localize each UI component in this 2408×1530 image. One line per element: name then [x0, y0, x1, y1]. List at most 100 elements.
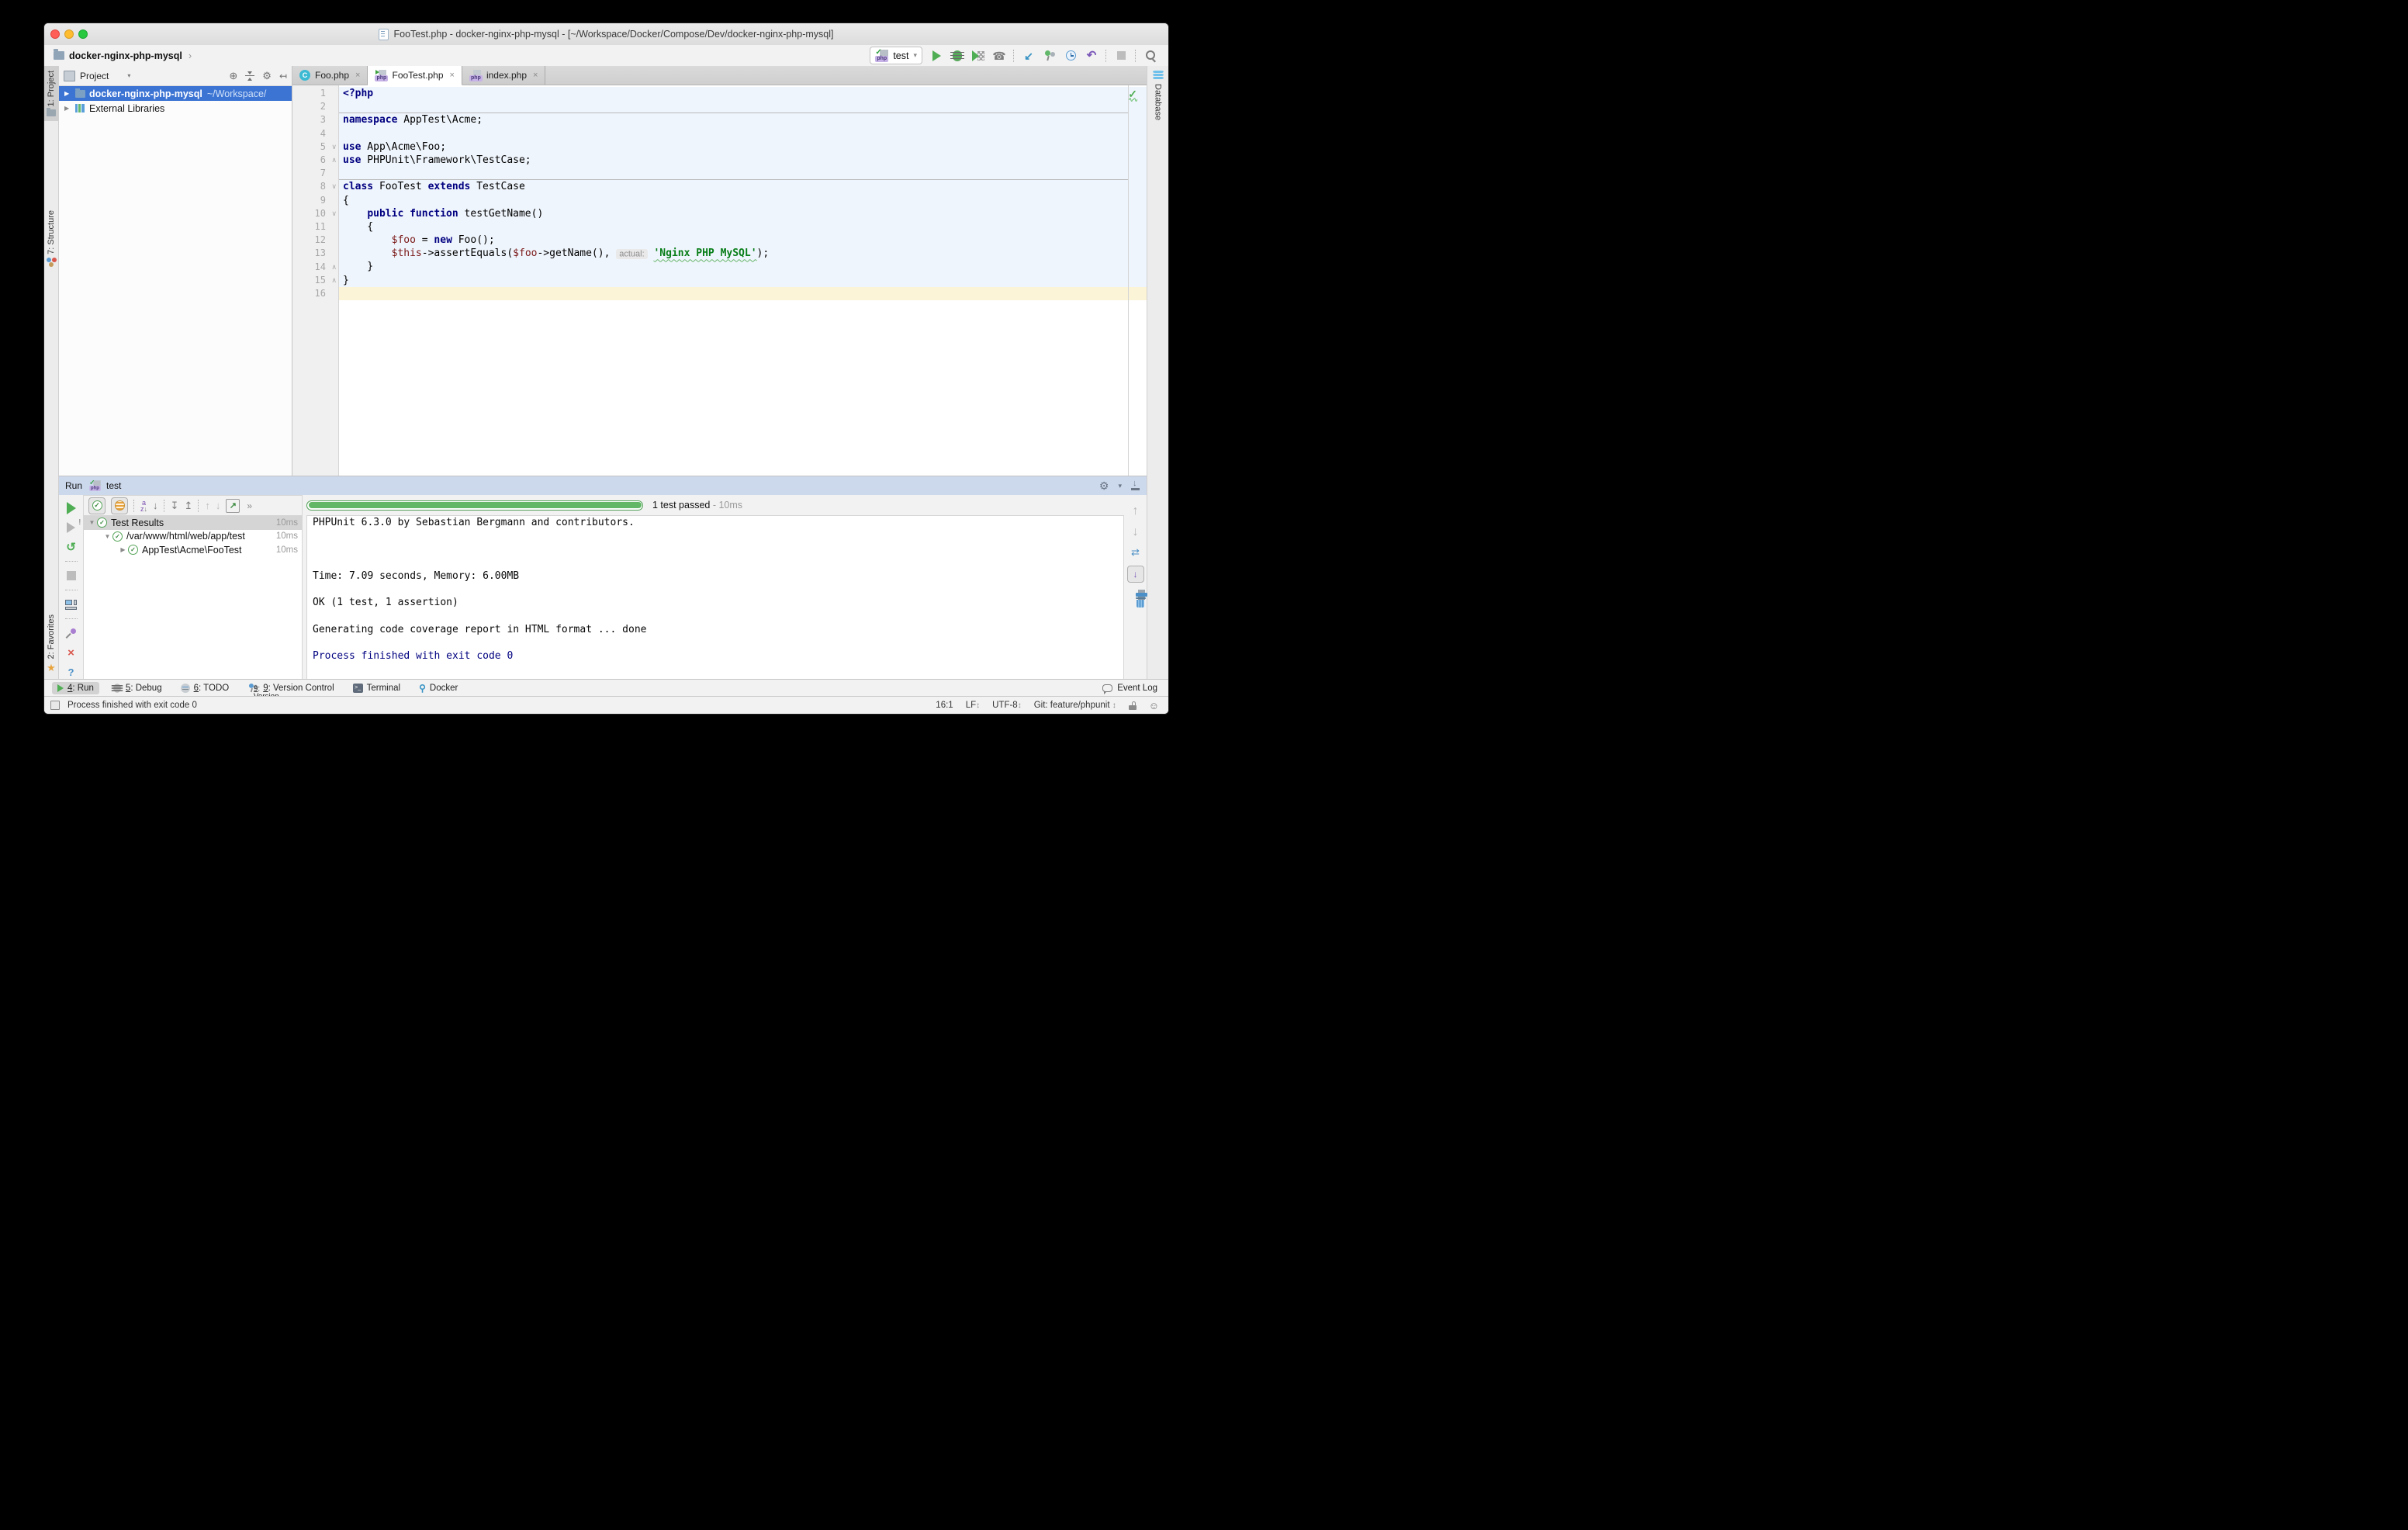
code-line[interactable]: } [339, 274, 1147, 287]
tool-button-docker[interactable]: ⚲ Docker [413, 681, 463, 695]
debug-button[interactable] [950, 49, 964, 63]
hide-panel-button[interactable]: ↤ [279, 71, 287, 81]
collapse-all-button[interactable]: ↥ [184, 500, 192, 512]
update-project-button[interactable]: ↙ [1022, 49, 1036, 63]
editor-gutter[interactable]: 12345678910111213141516∨∧∨∨∧∧ [292, 85, 339, 476]
search-everywhere-button[interactable] [1143, 49, 1157, 63]
hide-run-panel-button[interactable] [1131, 481, 1140, 490]
project-tree-row-root[interactable]: ▶ docker-nginx-php-mysql ~/Workspace/ [59, 86, 292, 101]
code-line[interactable]: } [339, 260, 1147, 273]
titlebar[interactable]: FooTest.php - docker-nginx-php-mysql - [… [44, 23, 1168, 46]
encoding-widget[interactable]: UTF-8↕ [992, 701, 1022, 710]
more-actions-icon[interactable]: » [247, 500, 252, 511]
show-ignored-toggle[interactable] [111, 497, 128, 514]
toggle-tool-buttons-icon[interactable] [50, 701, 60, 710]
code-line[interactable]: use App\Acme\Foo; [339, 140, 1147, 154]
code-line[interactable]: { [339, 220, 1147, 234]
rerun-button[interactable] [64, 501, 78, 515]
tree-expand-icon[interactable]: ▼ [87, 519, 97, 526]
close-icon[interactable]: × [533, 71, 538, 80]
expand-all-button[interactable]: ↧ [171, 500, 179, 512]
fold-marker-icon[interactable]: ∧ [331, 261, 337, 274]
previous-occurrence-button[interactable]: ↑ [205, 500, 210, 511]
rerun-failed-tests-button[interactable]: ! [64, 521, 78, 535]
fold-marker-icon[interactable]: ∨ [331, 180, 337, 193]
restore-layout-button[interactable] [64, 597, 78, 611]
tool-button-todo[interactable]: 6: TODO [175, 682, 235, 694]
stop-button[interactable] [1114, 49, 1128, 63]
chevron-down-icon[interactable]: ▾ [127, 72, 130, 79]
run-with-coverage-button[interactable] [971, 49, 985, 63]
code-line[interactable] [339, 127, 1147, 140]
code-line[interactable]: namespace AppTest\Acme; [339, 113, 1147, 126]
fold-marker-icon[interactable]: ∧ [331, 274, 337, 287]
listen-debug-connections-button[interactable]: ☎ [992, 49, 1006, 63]
show-passed-toggle[interactable]: ✓ [88, 497, 106, 514]
code-line[interactable]: public function testGetName() [339, 207, 1147, 220]
help-button[interactable]: ? [64, 665, 78, 679]
fold-marker-icon[interactable]: ∨ [331, 207, 337, 220]
code-line[interactable] [339, 167, 1147, 180]
tab-foo-php[interactable]: C Foo.php × [292, 66, 368, 85]
pin-tab-button[interactable] [64, 626, 78, 640]
run-settings-gear-icon[interactable]: ⚙ [1099, 479, 1109, 493]
run-button[interactable] [929, 49, 943, 63]
scroll-up-button[interactable]: ↑ [1133, 504, 1139, 518]
export-test-results-button[interactable]: ↗ [226, 499, 240, 513]
collapse-all-button[interactable] [245, 71, 254, 81]
next-occurrence-button[interactable]: ↓ [216, 500, 221, 511]
sort-by-duration-button[interactable]: ↓ [153, 500, 158, 511]
settings-gear-icon[interactable]: ⚙ [262, 70, 272, 82]
code-editor[interactable]: 12345678910111213141516∨∧∨∨∧∧ <?phpnames… [292, 85, 1147, 476]
project-tree-row-external-libraries[interactable]: ▶ External Libraries [59, 101, 292, 116]
run-panel-header[interactable]: Run ✓php test ⚙ ▾ [59, 476, 1147, 495]
tab-index-php[interactable]: php index.php × [462, 66, 545, 85]
close-panel-button[interactable]: × [64, 646, 78, 659]
fold-marker-icon[interactable]: ∨ [331, 140, 337, 154]
locate-file-button[interactable]: ⊕ [229, 70, 237, 82]
tab-footest-php[interactable]: php FooTest.php × [368, 66, 462, 85]
code-line[interactable]: $this->assertEquals($foo->getName(), act… [339, 247, 1147, 260]
code-line[interactable]: $foo = new Foo(); [339, 234, 1147, 247]
scroll-down-button[interactable]: ↓ [1133, 525, 1139, 539]
tool-button-favorites[interactable]: 2: Favorites ★ [44, 610, 58, 679]
fold-marker-icon[interactable]: ∧ [331, 154, 337, 167]
tool-button-project[interactable]: 1: Project [44, 66, 58, 121]
breadcrumb[interactable]: docker-nginx-php-mysql › [54, 50, 192, 61]
stop-process-button[interactable] [64, 569, 78, 583]
run-console[interactable]: PHPUnit 6.3.0 by Sebastian Bergmann and … [306, 515, 1124, 679]
code-line[interactable] [339, 287, 1147, 300]
hector-inspector-icon[interactable]: ☺ [1149, 700, 1159, 711]
event-log-button[interactable]: Event Log [1102, 684, 1168, 693]
run-configuration-select[interactable]: ✓php test ▾ [870, 47, 922, 64]
toggle-auto-test-button[interactable]: ↺ [64, 540, 78, 554]
recent-changes-button[interactable] [1064, 49, 1078, 63]
lock-icon[interactable] [1129, 701, 1137, 710]
rollback-button[interactable]: ↶ [1085, 49, 1098, 63]
tool-button-version-control[interactable]: 9: Version Control 9: Version Control [242, 680, 339, 695]
test-tree-row-suite[interactable]: ▼ ✓ /var/www/html/web/app/test 10ms [84, 530, 302, 544]
close-icon[interactable]: × [450, 71, 455, 80]
tool-button-run[interactable]: 4: Run [52, 682, 99, 694]
test-tree-row-root[interactable]: ▼ ✓ Test Results 10ms [84, 516, 302, 530]
line-ending-widget[interactable]: LF↕ [966, 701, 980, 710]
tool-button-terminal[interactable]: >_ Terminal [348, 682, 406, 694]
code-area[interactable]: <?php namespace AppTest\Acme; use App\Acme… [339, 85, 1147, 476]
tree-expand-icon[interactable]: ▼ [102, 533, 112, 540]
close-icon[interactable]: × [355, 71, 360, 80]
scroll-to-end-button[interactable]: ↓ [1127, 566, 1144, 583]
soft-wrap-button[interactable]: ⇄ [1131, 546, 1140, 559]
code-line[interactable]: use PHPUnit\Framework\TestCase; [339, 154, 1147, 167]
code-line[interactable]: { [339, 194, 1147, 207]
test-tree-row-class[interactable]: ▶ ✓ AppTest\Acme\FooTest 10ms [84, 543, 302, 557]
tool-button-debug[interactable]: 5: Debug [107, 681, 168, 695]
tree-expand-icon[interactable]: ▶ [118, 546, 128, 553]
code-line[interactable] [339, 100, 1147, 113]
tree-expand-icon[interactable]: ▶ [64, 90, 74, 97]
git-branch-widget[interactable]: Git: feature/phpunit ↕ [1034, 701, 1116, 710]
tool-button-database[interactable]: Database [1147, 66, 1168, 125]
tree-expand-icon[interactable]: ▶ [64, 105, 74, 112]
code-line[interactable]: <?php [339, 87, 1147, 100]
code-line[interactable]: class FooTest extends TestCase [339, 180, 1147, 193]
inspection-status-icon[interactable]: ✓ ∿∿ [1128, 88, 1137, 103]
